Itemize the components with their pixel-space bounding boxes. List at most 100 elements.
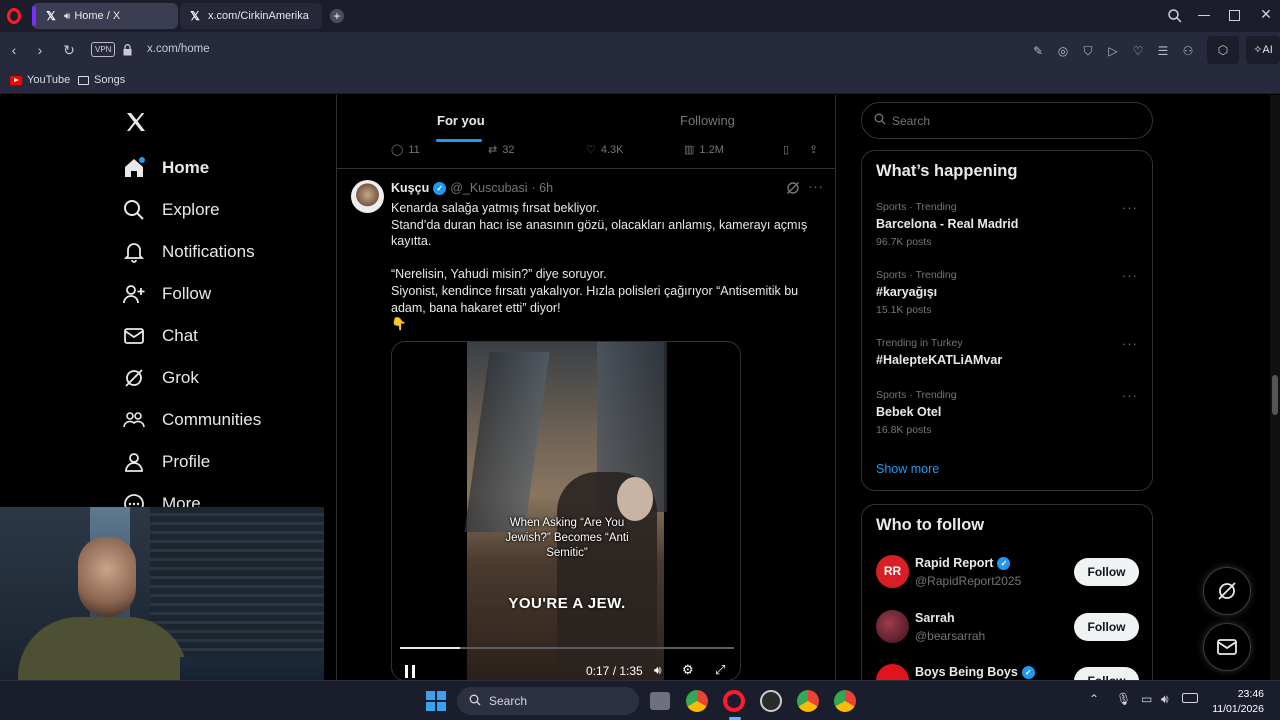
messages-float-button[interactable]	[1203, 623, 1251, 671]
tab-for-you[interactable]: For you	[437, 113, 485, 128]
like-button[interactable]: ♡ 4.3K	[586, 143, 624, 157]
grok-icon	[1218, 582, 1236, 600]
edit-icon[interactable]: ✎	[1030, 43, 1046, 59]
trend-more-icon[interactable]: ···	[1122, 268, 1138, 283]
avatar[interactable]: RR	[876, 555, 909, 588]
sidebar-item-profile[interactable]: Profile	[123, 444, 210, 480]
author-handle[interactable]: @_Kuscubasi	[450, 181, 527, 195]
video-player[interactable]: When Asking “Are You Jewish?” Becomes “A…	[391, 341, 741, 680]
restore-button[interactable]	[1229, 10, 1240, 21]
chrome-profile-2-icon[interactable]	[834, 690, 856, 712]
bookmark-button[interactable]: ▯	[783, 143, 789, 156]
post-more-icon[interactable]: ···	[808, 179, 824, 194]
vpn-badge[interactable]: VPN	[91, 42, 116, 57]
video-frame	[464, 342, 667, 680]
reload-button[interactable]: ↻	[60, 41, 78, 59]
avatar[interactable]	[876, 610, 909, 643]
trend-more-icon[interactable]: ···	[1122, 336, 1138, 351]
sidebar-item-follow[interactable]: Follow	[123, 276, 211, 312]
reply-button[interactable]: ◯ 11	[391, 143, 420, 157]
ai-button[interactable]: ✧AI	[1246, 36, 1280, 64]
page-scrollbar[interactable]	[1270, 95, 1280, 680]
back-button[interactable]: ‹	[5, 41, 23, 59]
sidebar-item-notifications[interactable]: Notifications	[123, 234, 255, 270]
extensions-button[interactable]: ⬡	[1207, 36, 1239, 64]
follow-button[interactable]: Follow	[1074, 613, 1139, 641]
ai-label: AI	[1262, 44, 1273, 56]
chrome-profile-icon[interactable]	[797, 690, 819, 712]
sidebar-item-grok[interactable]: Grok	[123, 360, 199, 396]
follow-button[interactable]: Follow	[1074, 667, 1139, 680]
author-name[interactable]: Kuşçu	[391, 181, 429, 195]
grok-float-button[interactable]	[1203, 567, 1251, 615]
fullscreen-icon[interactable]: ⤢	[715, 662, 725, 678]
bookmark-youtube[interactable]: YouTube	[10, 74, 70, 86]
pause-icon[interactable]	[405, 665, 415, 678]
trend-more-icon[interactable]: ···	[1122, 388, 1138, 403]
tab-home[interactable]: 𝕏 🔊︎ Home / X	[32, 3, 178, 29]
repost-button[interactable]: ⇄ 32	[488, 143, 514, 157]
share-button[interactable]: ⇪	[809, 143, 818, 156]
play-icon[interactable]: ▷	[1105, 43, 1121, 59]
opera-icon[interactable]	[723, 690, 745, 712]
scrollbar-thumb[interactable]	[1272, 375, 1278, 415]
show-more-link[interactable]: Show more	[876, 462, 939, 476]
bookmark-label: YouTube	[27, 74, 71, 86]
grok-explain-icon[interactable]	[786, 181, 800, 195]
tab-cirkinamerika[interactable]: 𝕏 x.com/CirkinAmerika	[180, 3, 322, 29]
speaker-icon[interactable]: 🔊︎	[1161, 692, 1169, 707]
mail-icon	[1217, 639, 1237, 655]
bookmark-songs[interactable]: Songs	[78, 74, 125, 86]
post-time[interactable]: · 6h	[532, 181, 554, 195]
sidebar-item-explore[interactable]: Explore	[123, 192, 220, 228]
search-input[interactable]: Search	[861, 102, 1153, 139]
heart-icon[interactable]: ♡	[1130, 43, 1146, 59]
taskbar-search[interactable]: Search	[457, 687, 639, 715]
obs-icon[interactable]	[760, 690, 782, 712]
forward-button[interactable]: ›	[31, 41, 49, 59]
video-progress-fill	[400, 647, 461, 649]
tab-search-icon[interactable]	[1167, 8, 1183, 24]
volume-icon[interactable]: 🔊︎	[654, 663, 662, 678]
battery-icon[interactable]	[1182, 693, 1198, 703]
trend-name: #karyağışı	[876, 285, 938, 299]
repost-icon: ⇄	[488, 144, 498, 156]
tweet-line: 👇	[391, 317, 407, 332]
chrome-icon[interactable]	[686, 690, 708, 712]
sidebar-item-communities[interactable]: Communities	[123, 402, 261, 438]
trend-name: Barcelona - Real Madrid	[876, 217, 1019, 231]
shield-icon[interactable]: ⛉	[1080, 43, 1096, 59]
clock-date[interactable]: 11/01/2026	[1208, 703, 1264, 715]
x-logo-icon[interactable]	[124, 110, 148, 134]
follow-button[interactable]: Follow	[1074, 558, 1139, 586]
clock-time[interactable]: 23:46	[1232, 688, 1264, 700]
video-progress-track[interactable]	[400, 647, 734, 649]
search-placeholder: Search	[892, 113, 931, 128]
avatar[interactable]	[351, 180, 384, 213]
trend-more-icon[interactable]: ···	[1122, 200, 1138, 215]
close-window-button[interactable]: ✕	[1258, 6, 1274, 22]
url-field[interactable]: x.com/home	[147, 43, 210, 55]
settings-icon[interactable]: ⚙	[682, 662, 694, 678]
sidebar-item-chat[interactable]: Chat	[123, 318, 198, 354]
menu-lines-icon[interactable]: ☰	[1155, 43, 1171, 59]
like-count: 4.3K	[600, 143, 624, 156]
network-icon[interactable]: ▭	[1141, 692, 1152, 706]
start-button-icon[interactable]	[426, 691, 446, 711]
tab-label: Home / X	[74, 10, 121, 22]
account-icon[interactable]: ⚇	[1180, 43, 1196, 59]
microphone-icon[interactable]: 🎙︎	[1116, 692, 1131, 706]
new-tab-button[interactable]: +	[330, 9, 344, 23]
camera-icon[interactable]: ◎	[1055, 43, 1071, 59]
file-explorer-icon[interactable]	[650, 692, 670, 710]
tray-chevron-icon[interactable]: ⌃	[1089, 692, 1099, 706]
tweet-header: Kuşçu ✓ @_Kuscubasi · 6h	[391, 181, 553, 195]
sidebar-item-home[interactable]: Home	[123, 150, 209, 186]
views-button[interactable]: ▥ 1.2M	[684, 143, 724, 157]
minimize-button[interactable]	[1198, 15, 1210, 16]
timeline-tabs: For you Following	[337, 95, 835, 143]
avatar[interactable]	[876, 664, 909, 680]
opera-logo-icon[interactable]	[7, 8, 21, 24]
tweet-line: Kenarda salağa yatmış fırsat bekliyor.	[391, 201, 600, 215]
tab-following[interactable]: Following	[680, 113, 735, 128]
